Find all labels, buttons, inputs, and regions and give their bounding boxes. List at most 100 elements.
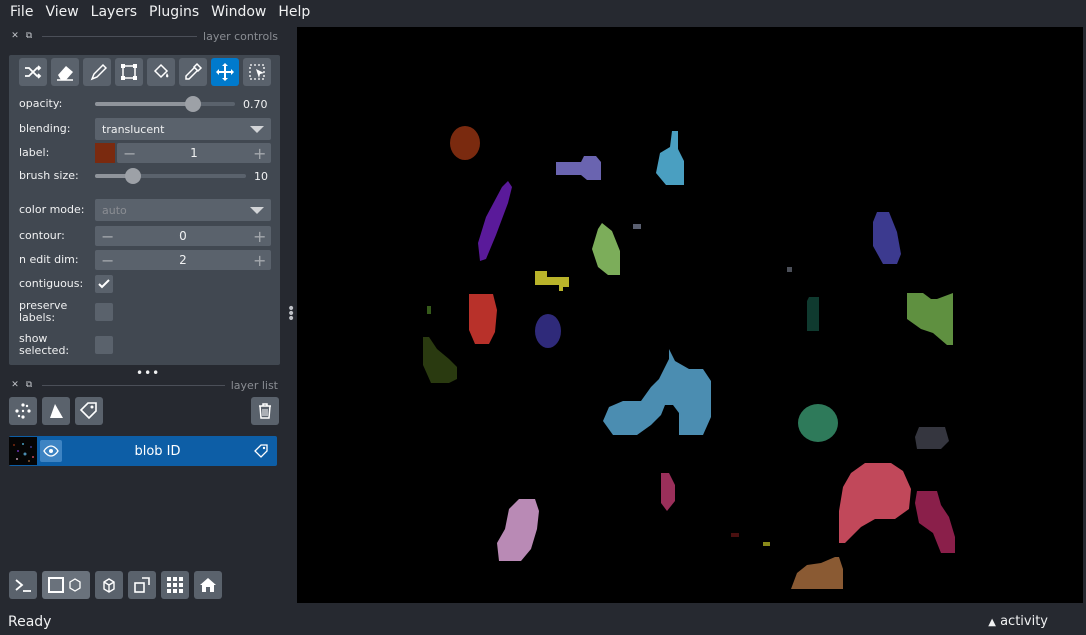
opacity-slider-handle[interactable] [185, 96, 201, 112]
status-text: Ready [8, 613, 52, 630]
labels-icon [254, 444, 268, 458]
n-edit-dim-spinbox[interactable]: − 2 + [95, 250, 271, 270]
shuffle-icon [25, 65, 42, 79]
show-selected-checkbox[interactable] [95, 336, 113, 354]
label-blob [592, 223, 620, 275]
close-dock-icon[interactable]: ✕ [8, 31, 22, 41]
brush-size-label: brush size: [19, 169, 79, 182]
label-blob [763, 542, 770, 546]
menu-file[interactable]: File [4, 4, 39, 20]
preserve-labels-checkbox[interactable] [95, 303, 113, 321]
label-blob [556, 156, 601, 180]
menu-view[interactable]: View [39, 4, 84, 20]
menu-layers[interactable]: Layers [85, 4, 143, 20]
dock-resize-handle[interactable]: • • • [287, 302, 295, 326]
contour-label: contour: [19, 229, 65, 242]
increment-icon[interactable]: + [253, 144, 266, 163]
label-blob [535, 271, 569, 291]
grid-button[interactable] [161, 571, 189, 599]
layer-name[interactable]: blob ID [62, 444, 253, 459]
console-button[interactable] [9, 571, 37, 599]
color-mode-row: color mode: auto [19, 199, 274, 221]
brush-size-slider-handle[interactable] [124, 168, 141, 184]
label-blob [731, 533, 739, 537]
ndisplay-icon [48, 577, 81, 593]
label-tools [19, 58, 271, 86]
label-blob [497, 499, 539, 561]
label-blob [427, 306, 431, 314]
opacity-value: 0.70 [243, 97, 268, 111]
opacity-slider-fill [95, 102, 193, 106]
ndisplay-button[interactable] [42, 571, 90, 599]
label-blob [839, 463, 911, 543]
shuffle-colors-button[interactable] [19, 58, 47, 86]
home-button[interactable] [194, 571, 222, 599]
opacity-label: opacity: [19, 97, 63, 110]
labels-icon [79, 402, 97, 420]
layer-controls-title: layer controls [203, 29, 278, 43]
label-blob [907, 293, 953, 345]
decrement-icon[interactable]: − [101, 227, 114, 246]
label-blob [633, 224, 641, 229]
eraser-icon [57, 66, 73, 81]
roll-button[interactable] [95, 571, 123, 599]
label-blob [787, 267, 792, 272]
menu-plugins[interactable]: Plugins [143, 4, 205, 20]
layer-buttons [9, 397, 103, 425]
new-shapes-button[interactable] [42, 397, 70, 425]
label-blob [661, 473, 675, 511]
delete-layer-button[interactable] [251, 397, 279, 425]
contiguous-label: contiguous: [19, 277, 84, 290]
visibility-toggle[interactable] [40, 440, 62, 462]
decrement-icon[interactable]: − [123, 144, 136, 163]
shapes-icon [50, 404, 63, 418]
home-icon [200, 578, 216, 592]
float-dock-icon[interactable]: ⧉ [22, 31, 36, 41]
transpose-button[interactable] [128, 571, 156, 599]
roll-icon [103, 578, 115, 593]
pick-button[interactable] [179, 58, 207, 86]
decrement-icon[interactable]: − [101, 251, 114, 270]
label-value: 1 [190, 146, 198, 160]
label-spinbox[interactable]: − 1 + [117, 143, 271, 163]
layer-item-blob-id[interactable]: blob ID [9, 436, 277, 466]
checkmark-icon [98, 279, 110, 289]
viewer-buttons [9, 571, 222, 599]
contour-spinbox[interactable]: − 0 + [95, 226, 271, 246]
contour-value: 0 [179, 229, 187, 243]
new-labels-button[interactable] [75, 397, 103, 425]
increment-icon[interactable]: + [253, 227, 266, 246]
fill-bucket-icon [153, 63, 169, 79]
layer-controls-titlebar: ✕ ⧉ layer controls [8, 28, 278, 44]
close-dock-icon[interactable]: ✕ [8, 380, 22, 390]
float-dock-icon[interactable]: ⧉ [22, 380, 36, 390]
label-label: label: [19, 146, 50, 159]
increment-icon[interactable]: + [253, 251, 266, 270]
menu-window[interactable]: Window [205, 4, 272, 20]
opacity-slider[interactable] [95, 96, 235, 112]
console-icon [15, 579, 31, 592]
viewer-canvas[interactable] [297, 27, 1083, 603]
brush-size-slider[interactable] [95, 168, 246, 184]
color-mode-dropdown[interactable]: auto [95, 199, 271, 221]
grid-icon [167, 577, 183, 593]
transpose-icon [134, 577, 150, 593]
paint-button[interactable] [83, 58, 111, 86]
fill-button[interactable] [147, 58, 175, 86]
pan-zoom-button[interactable] [211, 58, 239, 86]
menu-help[interactable]: Help [272, 4, 316, 20]
activity-button[interactable]: ▲ activity [988, 614, 1078, 629]
layer-controls-panel: opacity: 0.70 blending: translucent labe… [9, 55, 280, 365]
preserve-labels-label: preserve labels: [19, 300, 95, 324]
layer-list-title: layer list [230, 378, 278, 392]
blending-dropdown[interactable]: translucent [95, 118, 271, 140]
n-edit-dim-value: 2 [179, 253, 187, 267]
transform-button[interactable] [243, 58, 271, 86]
polygon-button[interactable] [115, 58, 143, 86]
label-blob [807, 297, 819, 331]
contiguous-checkbox[interactable] [95, 275, 113, 293]
blending-value: translucent [102, 122, 165, 136]
paintbrush-icon [90, 63, 107, 81]
erase-button[interactable] [51, 58, 79, 86]
new-points-button[interactable] [9, 397, 37, 425]
